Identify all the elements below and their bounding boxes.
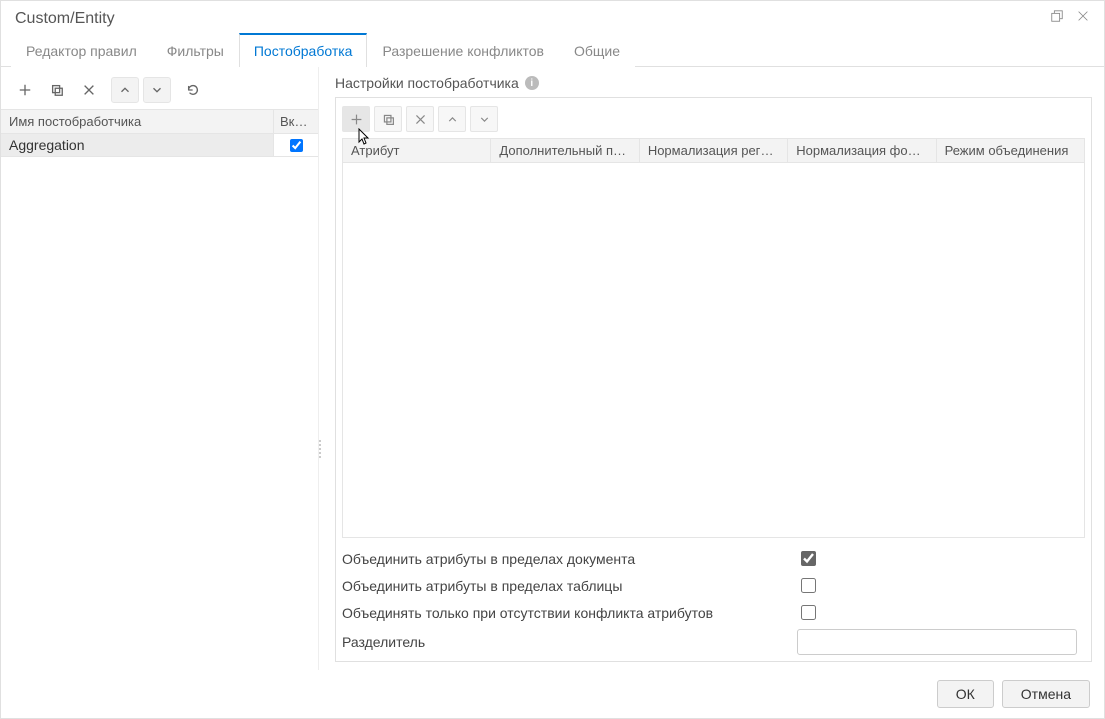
splitter-handle[interactable] (317, 437, 323, 461)
window-controls (1050, 9, 1090, 28)
aggregation-options: Объединить атрибуты в пределах документа… (342, 548, 1085, 655)
merge-document-checkbox[interactable] (801, 551, 816, 566)
cancel-button[interactable]: Отмена (1002, 680, 1090, 708)
option-merge-table: Объединить атрибуты в пределах таблицы (342, 575, 1085, 596)
col-additional[interactable]: Дополнительный п… (491, 139, 639, 162)
option-label: Объединять только при отсутствии конфлик… (342, 605, 797, 621)
ok-button[interactable]: ОК (937, 680, 994, 708)
attr-copy-button[interactable] (374, 106, 402, 132)
option-label: Разделитель (342, 634, 797, 650)
option-merge-document: Объединить атрибуты в пределах документа (342, 548, 1085, 569)
content-area: Имя постобработчика Вкл… Aggregation Нас… (1, 67, 1104, 670)
tab-general[interactable]: Общие (559, 34, 635, 67)
left-toolbar (1, 73, 318, 109)
tab-rules-editor[interactable]: Редактор правил (11, 34, 152, 67)
delimiter-input[interactable] (797, 629, 1077, 655)
postprocessor-name-cell: Aggregation (1, 134, 274, 156)
dialog-title: Custom/Entity (15, 10, 115, 28)
col-header-enabled[interactable]: Вкл… (274, 110, 318, 133)
maximize-icon[interactable] (1050, 9, 1064, 28)
settings-title-text: Настройки постобработчика (335, 75, 519, 91)
attr-move-down-button[interactable] (470, 106, 498, 132)
title-bar: Custom/Entity (1, 1, 1104, 32)
attributes-toolbar (342, 104, 1085, 138)
attributes-table-body (343, 163, 1084, 537)
dialog-footer: ОК Отмена (1, 670, 1104, 718)
info-icon[interactable]: i (525, 76, 539, 90)
postprocessor-list-pane: Имя постобработчика Вкл… Aggregation (1, 67, 319, 670)
merge-no-conflict-checkbox[interactable] (801, 605, 816, 620)
attr-add-button[interactable] (342, 106, 370, 132)
postprocessor-enabled-cell (274, 134, 318, 156)
postprocessor-table-header: Имя постобработчика Вкл… (1, 109, 318, 134)
add-button[interactable] (11, 77, 39, 103)
postprocessor-settings-pane: Настройки постобработчика i (319, 67, 1104, 670)
option-label: Объединить атрибуты в пределах таблицы (342, 578, 797, 594)
attributes-table: Атрибут Дополнительный п… Нормализация р… (342, 138, 1085, 538)
tab-conflict-resolution[interactable]: Разрешение конфликтов (367, 34, 559, 67)
attr-delete-button[interactable] (406, 106, 434, 132)
option-merge-no-conflict: Объединять только при отсутствии конфлик… (342, 602, 1085, 623)
tab-bar: Редактор правил Фильтры Постобработка Ра… (1, 32, 1104, 67)
option-label: Объединить атрибуты в пределах документа (342, 551, 797, 567)
postprocessor-table: Имя постобработчика Вкл… Aggregation (1, 109, 318, 670)
settings-title: Настройки постобработчика i (335, 75, 1092, 91)
col-header-name[interactable]: Имя постобработчика (1, 110, 274, 133)
tab-postprocessing[interactable]: Постобработка (239, 33, 368, 67)
refresh-button[interactable] (179, 77, 207, 103)
copy-button[interactable] (43, 77, 71, 103)
col-merge-mode[interactable]: Режим объединения (937, 139, 1084, 162)
col-attribute[interactable]: Атрибут (343, 139, 491, 162)
col-norm-case[interactable]: Нормализация реги… (640, 139, 788, 162)
tab-filters[interactable]: Фильтры (152, 34, 239, 67)
col-norm-format[interactable]: Нормализация фор… (788, 139, 936, 162)
move-up-button[interactable] (111, 77, 139, 103)
option-delimiter: Разделитель (342, 629, 1085, 655)
close-icon[interactable] (1076, 9, 1090, 28)
delete-button[interactable] (75, 77, 103, 103)
dialog-custom-entity: Custom/Entity Редактор правил Фильтры По… (0, 0, 1105, 719)
merge-table-checkbox[interactable] (801, 578, 816, 593)
attr-move-up-button[interactable] (438, 106, 466, 132)
table-row[interactable]: Aggregation (1, 134, 318, 157)
postprocessor-enabled-checkbox[interactable] (290, 139, 303, 152)
move-down-button[interactable] (143, 77, 171, 103)
settings-body: Атрибут Дополнительный п… Нормализация р… (335, 97, 1092, 662)
attributes-table-header: Атрибут Дополнительный п… Нормализация р… (343, 139, 1084, 163)
